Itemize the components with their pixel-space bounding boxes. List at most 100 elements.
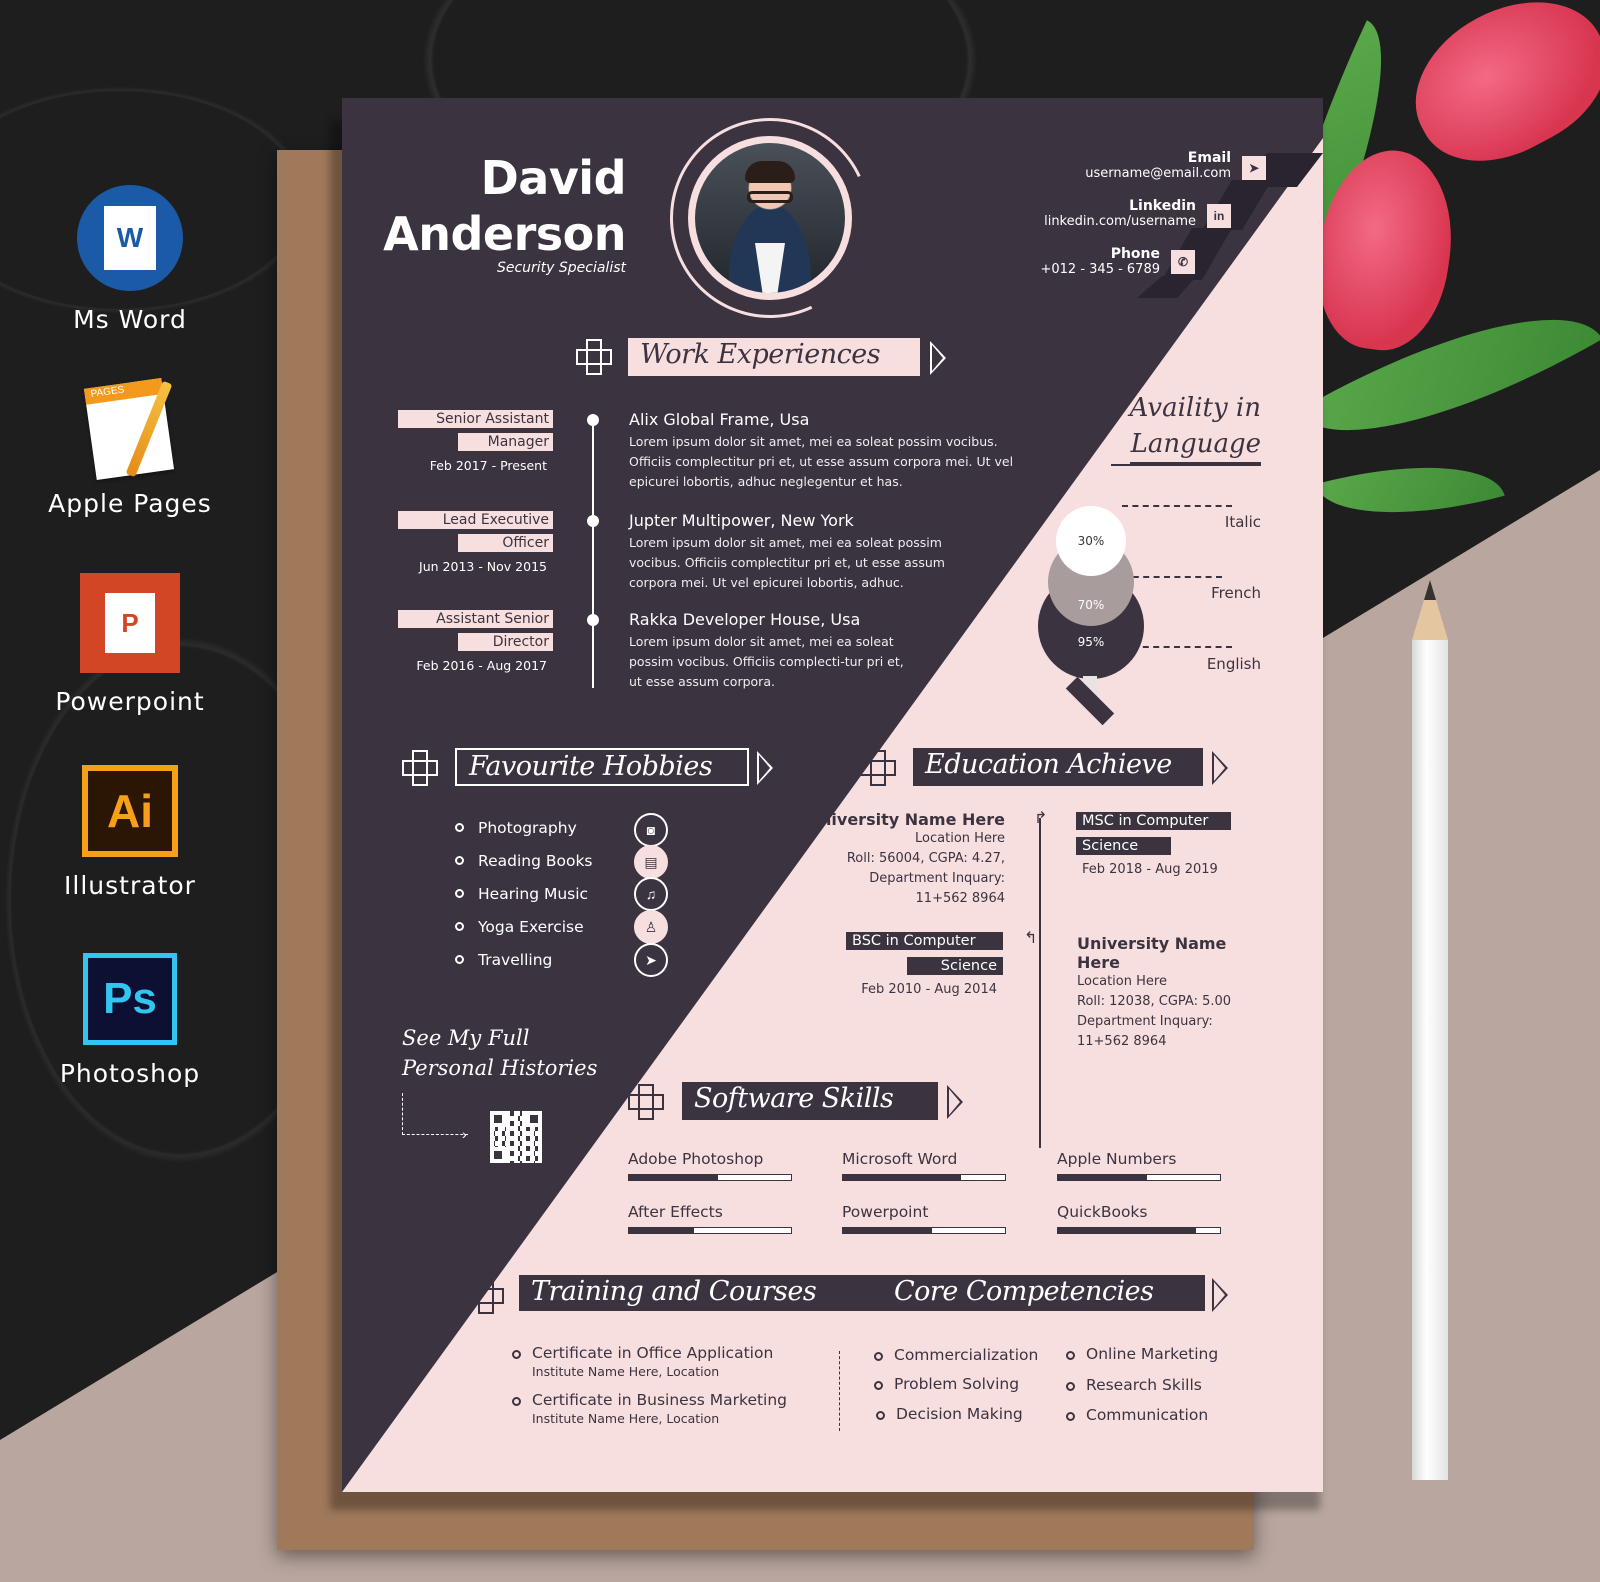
education-timeline xyxy=(1039,818,1041,1148)
language-label: French xyxy=(1211,584,1261,602)
competency-item: Commercialization xyxy=(874,1346,1038,1364)
course-item: Certificate in Office Application Instit… xyxy=(512,1344,773,1379)
format-ms-word[interactable]: W Ms Word xyxy=(40,185,220,334)
skill-progress-fill xyxy=(1058,1175,1148,1180)
language-title: Availity in Language xyxy=(1129,390,1261,464)
arrow-head-icon: › xyxy=(462,1126,467,1142)
section-title-training: Training and Courses xyxy=(531,1276,817,1307)
skill-name: Apple Numbers xyxy=(1057,1150,1177,1168)
job-detail: Rakka Developer House, Usa Lorem ipsum d… xyxy=(629,610,904,689)
arrow-right-icon xyxy=(757,751,775,785)
skill-name: Microsoft Word xyxy=(842,1150,958,1168)
full-name: David Anderson xyxy=(383,151,626,261)
resume-sheet: David Anderson Security Specialist Email… xyxy=(342,98,1323,1492)
histories-prompt: See My Full Personal Histories xyxy=(402,1026,598,1080)
skill-item: Apple Numbers xyxy=(1057,1150,1221,1181)
skill-item: After Effects xyxy=(628,1203,792,1234)
skill-progress-bar xyxy=(628,1227,792,1234)
skill-progress-bar xyxy=(1057,1174,1221,1181)
skill-name: After Effects xyxy=(628,1203,723,1221)
format-label: Ms Word xyxy=(73,305,187,334)
skill-name: Adobe Photoshop xyxy=(628,1150,764,1168)
plus-icon xyxy=(402,750,438,786)
format-illustrator[interactable]: Ai Illustrator xyxy=(40,765,220,900)
hobby-item: Travelling xyxy=(455,951,552,969)
dashed-arrow xyxy=(402,1093,468,1135)
course-item: Certificate in Business Marketing Instit… xyxy=(512,1391,787,1426)
section-title-work: Work Experiences xyxy=(628,338,920,376)
section-title-software: Software Skills xyxy=(682,1082,938,1120)
skill-item: QuickBooks xyxy=(1057,1203,1221,1234)
ms-word-icon: W xyxy=(77,185,183,291)
powerpoint-icon: P xyxy=(80,573,180,673)
skill-progress-bar xyxy=(628,1174,792,1181)
send-icon: ➤ xyxy=(1242,156,1266,180)
arrow-turn-right-icon: ↱ xyxy=(1034,810,1048,827)
skill-progress-fill xyxy=(1058,1228,1196,1233)
plus-icon xyxy=(628,1084,664,1120)
language-label: Italic xyxy=(1224,513,1261,531)
profile-photo xyxy=(695,143,845,293)
arrow-right-icon xyxy=(930,341,948,375)
plus-icon xyxy=(468,1278,504,1314)
paper-plane-icon: ➤ xyxy=(634,943,668,977)
qr-code[interactable] xyxy=(490,1111,542,1163)
skill-item: Adobe Photoshop xyxy=(628,1150,792,1181)
contact-email[interactable]: Email username@email.com xyxy=(1085,150,1231,181)
timeline-dot xyxy=(587,515,599,527)
format-apple-pages[interactable]: PAGES Apple Pages xyxy=(40,375,220,518)
education-entry-left: University Name Here Location Here Roll:… xyxy=(807,810,1005,906)
apple-pages-icon: PAGES xyxy=(82,375,178,480)
book-icon: ▤ xyxy=(634,845,668,879)
format-photoshop[interactable]: Ps Photoshop xyxy=(40,953,220,1088)
contact-linkedin[interactable]: Linkedin linkedin.com/username xyxy=(1044,198,1196,229)
plus-icon xyxy=(860,750,896,786)
language-label: English xyxy=(1206,655,1261,673)
skill-progress-fill xyxy=(629,1175,719,1180)
work-timeline xyxy=(592,418,594,688)
education-entry-right: University Name Here Location Here Roll:… xyxy=(1077,934,1232,1049)
job-title-block: Senior Assistant Manager Feb 2017 - Pres… xyxy=(393,410,553,473)
timeline-dot xyxy=(587,614,599,626)
language-connector xyxy=(1122,505,1232,507)
music-note-icon: ♫ xyxy=(634,877,668,911)
pencil xyxy=(1412,640,1448,1480)
competency-item: Communication xyxy=(1066,1406,1208,1424)
arrow-right-icon xyxy=(1212,751,1230,785)
contact-phone[interactable]: Phone +012 - 345 - 6789 xyxy=(1040,246,1160,277)
format-label: Apple Pages xyxy=(48,489,212,518)
competency-item: Problem Solving xyxy=(874,1375,1019,1393)
skill-progress-fill xyxy=(629,1228,694,1233)
linkedin-icon: in xyxy=(1207,204,1231,228)
job-title-block: Assistant Senior Director Feb 2016 - Aug… xyxy=(393,610,553,673)
competency-item: Research Skills xyxy=(1066,1376,1202,1394)
education-degree-msc: MSC in Computer Science Feb 2018 - Aug 2… xyxy=(1076,810,1231,880)
profile-photo-frame xyxy=(641,98,899,347)
photoshop-icon: Ps xyxy=(83,953,177,1045)
timeline-dot xyxy=(587,414,599,426)
job-role: Security Specialist xyxy=(496,260,626,276)
yoga-icon: ♙ xyxy=(634,910,668,944)
skill-progress-fill xyxy=(843,1228,933,1233)
skill-item: Powerpoint xyxy=(842,1203,1006,1234)
format-label: Photoshop xyxy=(59,1059,201,1088)
education-degree-bsc: BSC in Computer Science Feb 2010 - Aug 2… xyxy=(846,930,1003,1000)
language-title-underline xyxy=(1111,464,1261,466)
column-divider xyxy=(839,1351,840,1431)
format-powerpoint[interactable]: P Powerpoint xyxy=(40,573,220,716)
competency-item: Online Marketing xyxy=(1066,1345,1218,1363)
hobby-item: Yoga Exercise xyxy=(455,918,584,936)
section-title-hobbies: Favourite Hobbies xyxy=(455,748,749,786)
skill-progress-fill xyxy=(843,1175,962,1180)
job-detail: Alix Global Frame, Usa Lorem ipsum dolor… xyxy=(629,410,1014,489)
camera-icon: ◙ xyxy=(634,813,668,847)
skill-progress-bar xyxy=(842,1174,1006,1181)
pencil-lead xyxy=(1424,580,1436,600)
skill-name: QuickBooks xyxy=(1057,1203,1148,1221)
format-label: Illustrator xyxy=(64,871,196,900)
skill-name: Powerpoint xyxy=(842,1203,929,1221)
arrow-right-icon xyxy=(1212,1278,1230,1312)
hobby-item: Photography xyxy=(455,819,577,837)
phone-icon: ✆ xyxy=(1171,250,1195,274)
section-title-competencies: Core Competencies xyxy=(894,1276,1154,1307)
